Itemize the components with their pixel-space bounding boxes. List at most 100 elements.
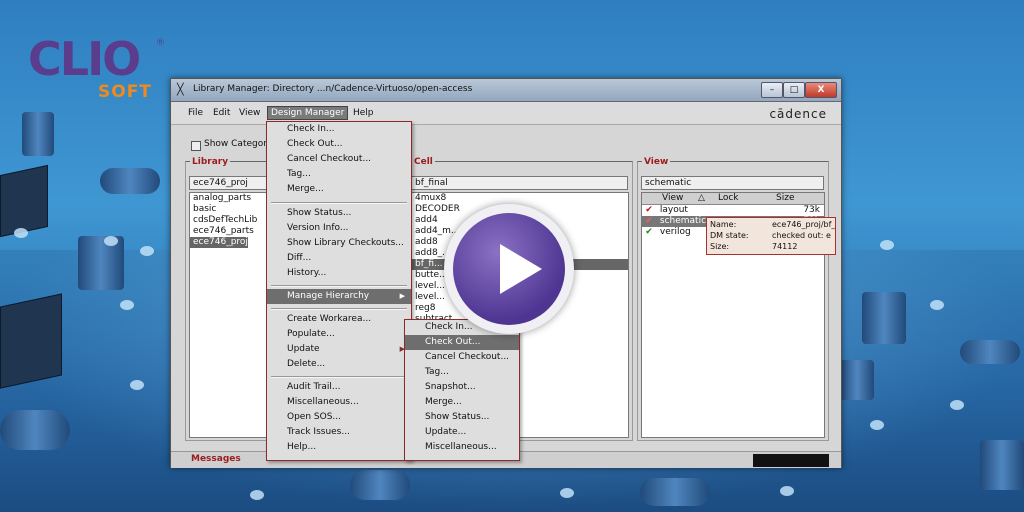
submenu-item-show-status[interactable]: Show Status...: [405, 410, 519, 425]
background-capacitor: [840, 360, 874, 400]
play-icon: [453, 213, 565, 325]
menu-item-update[interactable]: Update ▶: [267, 342, 411, 357]
play-triangle: [500, 244, 542, 294]
background-pad: [780, 486, 794, 496]
view-name: schematic: [659, 216, 707, 226]
menu-separator: [271, 376, 407, 378]
background-pad: [560, 488, 574, 498]
menu-item-check-out[interactable]: Check Out...: [267, 137, 411, 152]
background-capacitor: [22, 112, 54, 156]
submenu-item-snapshot[interactable]: Snapshot...: [405, 380, 519, 395]
sort-icon[interactable]: △: [698, 193, 705, 203]
library-label: Library: [190, 157, 231, 167]
background-chip: [0, 293, 62, 389]
submenu-item-miscellaneous[interactable]: Miscellaneous...: [405, 440, 519, 455]
menu-help[interactable]: Help: [353, 108, 374, 118]
menu-file[interactable]: File: [188, 108, 203, 118]
menu-item-cancel-checkout[interactable]: Cancel Checkout...: [267, 152, 411, 167]
background-pad: [950, 400, 964, 410]
view-name: verilog: [659, 227, 691, 237]
tooltip-state-value: checked out: e: [772, 231, 831, 240]
background-pad: [130, 380, 144, 390]
minimize-button[interactable]: –: [761, 82, 783, 98]
submenu-item-cancel-checkout[interactable]: Cancel Checkout...: [405, 350, 519, 365]
maximize-button[interactable]: □: [783, 82, 805, 98]
cell-input[interactable]: bf_final: [411, 176, 628, 190]
background-capacitor: [980, 440, 1024, 490]
x-window-icon: ╳: [177, 83, 184, 96]
menu-item-create-workarea[interactable]: Create Workarea...: [267, 312, 411, 327]
logo-clio-text: CLIO: [28, 32, 141, 86]
tooltip-size-value: 74112: [772, 242, 798, 251]
green-check-icon: ✔: [645, 227, 653, 237]
view-name: layout: [659, 205, 688, 215]
logo-soft-text: SOFT: [98, 82, 152, 102]
close-button[interactable]: X: [805, 82, 837, 98]
menu-design-manager[interactable]: Design Manager: [267, 106, 349, 120]
background-pad: [930, 300, 944, 310]
menu-separator: [271, 202, 407, 204]
menu-item-audit-trail[interactable]: Audit Trail...: [267, 380, 411, 395]
menu-edit[interactable]: Edit: [213, 108, 230, 118]
menu-separator: [271, 308, 407, 310]
view-info-tooltip: Name: ece746_proj/bf_final/s DM state: che…: [706, 217, 836, 255]
cell-label: Cell: [412, 157, 435, 167]
background-capacitor: [350, 470, 410, 500]
column-size[interactable]: Size: [776, 193, 794, 203]
background-pad: [120, 300, 134, 310]
background-capacitor: [960, 340, 1020, 364]
logo-registered-mark: ®: [156, 38, 165, 48]
menu-item-history[interactable]: History...: [267, 266, 411, 281]
column-view[interactable]: View: [662, 193, 683, 203]
column-lock[interactable]: Lock: [718, 193, 739, 203]
menu-item-open-sos[interactable]: Open SOS...: [267, 410, 411, 425]
cliosoft-logo: CLIO SOFT ®: [28, 34, 168, 104]
submenu-item-tag[interactable]: Tag...: [405, 365, 519, 380]
view-table-header: View △ Lock Size: [642, 193, 824, 205]
menu-item-track-issues[interactable]: Track Issues...: [267, 425, 411, 440]
menu-item-delete[interactable]: Delete...: [267, 357, 411, 372]
menu-item-show-status[interactable]: Show Status...: [267, 206, 411, 221]
menu-item-version-info[interactable]: Version Info...: [267, 221, 411, 236]
show-categories-checkbox[interactable]: [191, 141, 201, 151]
submenu-item-check-out[interactable]: Check Out...: [405, 335, 519, 350]
menu-item-manage-hierarchy[interactable]: Manage Hierarchy ▶: [267, 289, 411, 304]
design-manager-menu: Check In... Check Out... Cancel Checkout…: [266, 121, 412, 461]
play-button[interactable]: [444, 204, 574, 334]
menu-item-merge[interactable]: Merge...: [267, 182, 411, 197]
library-item-selected[interactable]: ece746_proj: [190, 237, 248, 248]
submenu-item-update[interactable]: Update...: [405, 425, 519, 440]
tooltip-name-value: ece746_proj/bf_final/s: [772, 220, 836, 229]
background-capacitor: [640, 478, 710, 506]
checked-in-icon: ✔: [645, 205, 653, 215]
menu-item-diff[interactable]: Diff...: [267, 251, 411, 266]
submenu-arrow-icon: ▶: [399, 292, 405, 300]
cell-item[interactable]: 4mux8: [412, 193, 628, 204]
messages-output: [753, 454, 829, 467]
tooltip-size-label: Size:: [710, 242, 730, 251]
submenu-item-merge[interactable]: Merge...: [405, 395, 519, 410]
menu-item-check-in[interactable]: Check In...: [267, 122, 411, 137]
menu-item-populate[interactable]: Populate...: [267, 327, 411, 342]
menu-item-help[interactable]: Help...: [267, 440, 411, 455]
background-pad: [870, 420, 884, 430]
background-chip: [0, 164, 48, 238]
messages-label: Messages: [191, 454, 241, 464]
background-pad: [14, 228, 28, 238]
background-capacitor: [862, 292, 906, 344]
view-label: View: [642, 157, 671, 167]
menu-item-show-library-checkouts[interactable]: Show Library Checkouts...: [267, 236, 411, 251]
menu-item-tag[interactable]: Tag...: [267, 167, 411, 182]
title-bar: ╳ Library Manager: Directory ...n/Cadenc…: [171, 79, 841, 102]
manage-hierarchy-label: Manage Hierarchy: [287, 291, 370, 301]
menu-separator: [271, 285, 407, 287]
view-input[interactable]: schematic: [641, 176, 824, 190]
update-label: Update: [287, 344, 320, 354]
view-row[interactable]: ✔ layout 73k: [642, 205, 824, 216]
background-capacitor: [78, 236, 124, 290]
cadence-logo: cādence: [769, 107, 827, 121]
menu-item-miscellaneous[interactable]: Miscellaneous...: [267, 395, 411, 410]
background-pad: [880, 240, 894, 250]
background-capacitor: [100, 168, 160, 194]
menu-view[interactable]: View: [239, 108, 260, 118]
